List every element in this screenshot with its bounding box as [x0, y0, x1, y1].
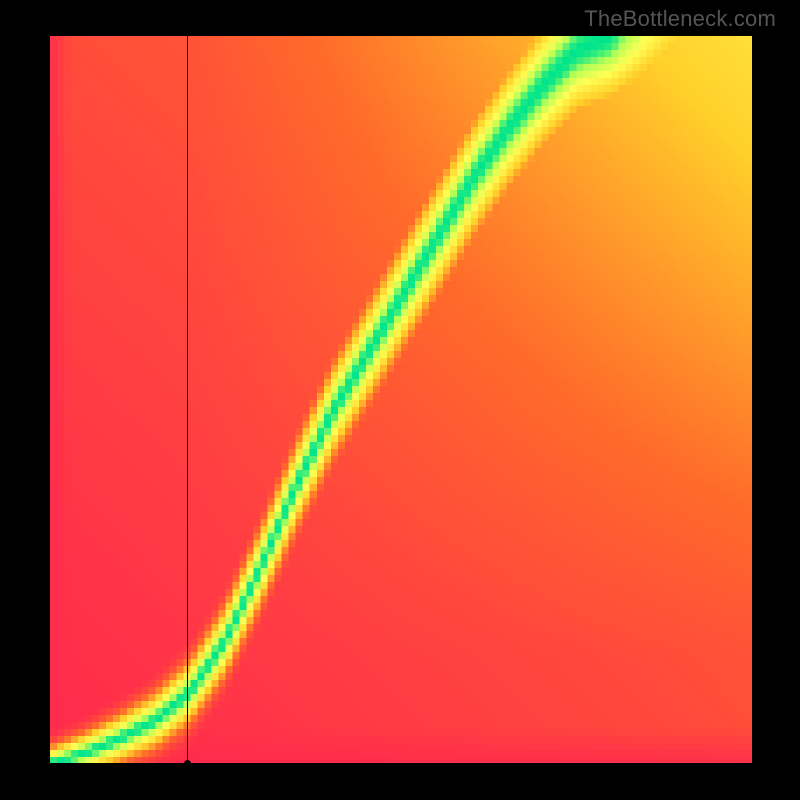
- crosshair-dot-icon: [184, 760, 191, 767]
- attribution-text: TheBottleneck.com: [584, 6, 776, 32]
- crosshair-vertical-line: [187, 36, 188, 764]
- chart-frame: TheBottleneck.com: [0, 0, 800, 800]
- heatmap-canvas: [50, 36, 752, 764]
- crosshair-horizontal-line: [50, 763, 752, 764]
- heatmap-plot: [50, 36, 752, 764]
